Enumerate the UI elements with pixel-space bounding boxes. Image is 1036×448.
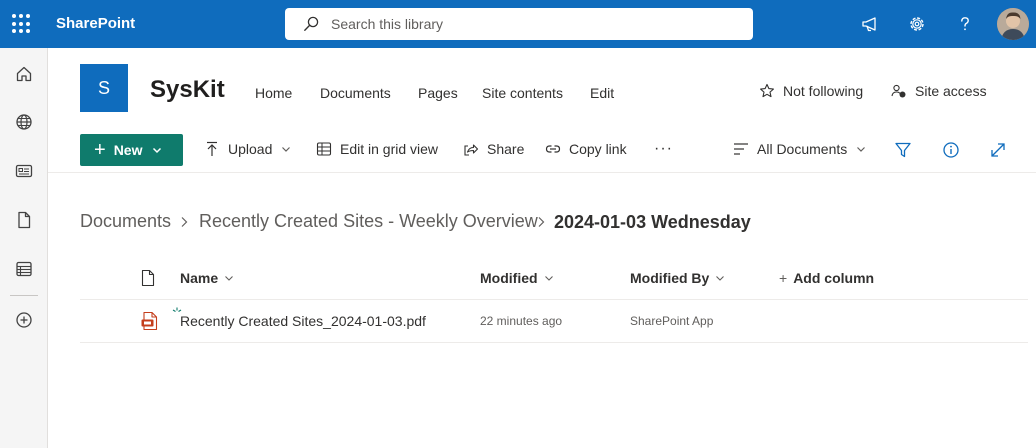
chevron-down-icon bbox=[544, 276, 553, 281]
follow-button[interactable]: Not following bbox=[759, 83, 863, 99]
filter-icon[interactable] bbox=[893, 140, 913, 160]
plus-icon: + bbox=[779, 270, 788, 286]
chevron-down-icon bbox=[282, 147, 291, 152]
chevron-down-icon bbox=[716, 276, 725, 281]
people-icon bbox=[891, 84, 906, 98]
command-bar-divider bbox=[48, 172, 1036, 173]
search-icon bbox=[304, 16, 319, 31]
globe-icon[interactable] bbox=[13, 111, 35, 133]
grid-icon bbox=[316, 142, 332, 156]
more-options-icon[interactable]: ··· bbox=[654, 140, 673, 158]
view-label: All Documents bbox=[757, 141, 848, 157]
chevron-right-icon bbox=[538, 217, 545, 227]
share-label: Share bbox=[487, 141, 525, 157]
avatar[interactable] bbox=[997, 8, 1029, 40]
file-type-header-icon[interactable] bbox=[140, 269, 156, 287]
follow-label: Not following bbox=[783, 83, 864, 99]
chevron-down-icon bbox=[153, 147, 162, 154]
row-divider bbox=[80, 342, 1028, 343]
modified-date: 22 minutes ago bbox=[480, 314, 563, 328]
megaphone-icon[interactable] bbox=[859, 13, 881, 35]
breadcrumb-current: 2024-01-03 Wednesday bbox=[554, 212, 751, 232]
share-icon bbox=[464, 144, 479, 156]
view-lines-icon bbox=[734, 143, 748, 155]
file-icon[interactable] bbox=[13, 209, 35, 231]
chevron-right-icon bbox=[181, 217, 188, 227]
share-button[interactable]: Share bbox=[463, 141, 524, 157]
help-icon[interactable] bbox=[954, 13, 976, 35]
chevron-down-icon bbox=[857, 147, 866, 152]
info-icon[interactable] bbox=[941, 140, 961, 160]
column-header-name-label: Name bbox=[180, 270, 219, 286]
copy-link-button[interactable]: Copy link bbox=[545, 141, 627, 157]
file-name[interactable]: Recently Created Sites_2024-01-03.pdf bbox=[180, 313, 426, 329]
new-label: New bbox=[113, 142, 143, 158]
column-header-modified-by-label: Modified By bbox=[630, 270, 710, 286]
app-name[interactable]: SharePoint bbox=[56, 15, 135, 32]
breadcrumb-weekly-overview[interactable]: Recently Created Sites - Weekly Overview bbox=[199, 211, 538, 232]
search-input[interactable] bbox=[331, 16, 711, 32]
breadcrumb-documents[interactable]: Documents bbox=[80, 211, 171, 232]
upload-icon bbox=[207, 141, 217, 156]
list-icon[interactable] bbox=[13, 258, 35, 280]
suite-bar: SharePoint bbox=[0, 0, 1036, 48]
modified-by: SharePoint App bbox=[630, 314, 714, 328]
column-header-modified-by[interactable]: Modified By bbox=[630, 270, 725, 286]
upload-button[interactable]: Upload bbox=[204, 141, 291, 157]
rail-divider bbox=[10, 295, 38, 296]
nav-home[interactable]: Home bbox=[255, 85, 292, 101]
new-button[interactable]: + New bbox=[80, 134, 183, 166]
edit-grid-label: Edit in grid view bbox=[340, 141, 439, 157]
add-column-label: Add column bbox=[793, 270, 875, 286]
view-selector[interactable]: All Documents bbox=[733, 141, 866, 157]
site-title[interactable]: SysKit bbox=[150, 76, 225, 104]
upload-label: Upload bbox=[228, 141, 273, 157]
column-header-name[interactable]: Name bbox=[180, 270, 234, 286]
link-icon bbox=[545, 145, 561, 153]
column-header-modified-label: Modified bbox=[480, 270, 538, 286]
column-header-modified[interactable]: Modified bbox=[480, 270, 554, 286]
chevron-down-icon bbox=[225, 276, 234, 281]
search-box[interactable] bbox=[285, 8, 753, 40]
site-logo[interactable]: S bbox=[80, 64, 128, 112]
nav-site-contents[interactable]: Site contents bbox=[482, 85, 563, 101]
site-access-button[interactable]: Site access bbox=[891, 83, 987, 99]
add-icon[interactable] bbox=[13, 309, 35, 331]
nav-edit[interactable]: Edit bbox=[590, 85, 614, 101]
table-row[interactable]: Recently Created Sites_2024-01-03.pdf 22… bbox=[80, 300, 1028, 342]
pdf-file-icon bbox=[141, 311, 158, 331]
home-icon[interactable] bbox=[13, 63, 35, 85]
left-rail bbox=[0, 48, 48, 448]
add-column-button[interactable]: + Add column bbox=[779, 270, 874, 286]
nav-documents[interactable]: Documents bbox=[320, 85, 391, 101]
waffle-icon[interactable] bbox=[12, 14, 32, 34]
expand-icon[interactable] bbox=[988, 140, 1008, 160]
site-access-label: Site access bbox=[915, 83, 987, 99]
gear-icon[interactable] bbox=[906, 13, 928, 35]
plus-icon: + bbox=[94, 139, 106, 161]
copy-link-label: Copy link bbox=[569, 141, 627, 157]
star-icon bbox=[760, 83, 774, 98]
edit-grid-button[interactable]: Edit in grid view bbox=[316, 141, 438, 157]
nav-pages[interactable]: Pages bbox=[418, 85, 458, 101]
news-icon[interactable] bbox=[13, 160, 35, 182]
